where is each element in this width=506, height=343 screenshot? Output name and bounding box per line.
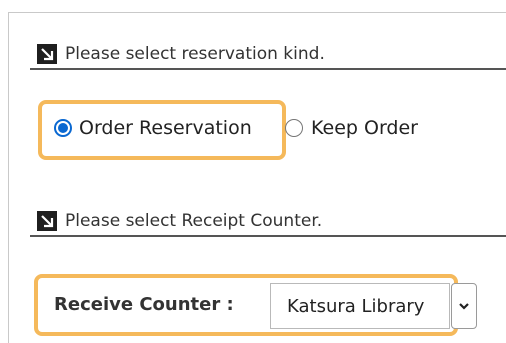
receive-counter-dropdown-button[interactable] [451,283,477,329]
arrow-down-right-icon [37,44,57,64]
receive-counter-select[interactable]: Katsura Library [270,283,450,329]
order-reservation-radio[interactable] [54,119,72,137]
receive-counter-label: Receive Counter : [54,294,234,315]
arrow-down-right-icon [37,211,57,231]
receipt-counter-heading-text: Please select Receipt Counter. [65,211,323,231]
reservation-kind-heading-text: Please select reservation kind. [65,44,325,64]
keep-order-label[interactable]: Keep Order [311,117,418,139]
receive-counter-value: Katsura Library [287,295,425,317]
receipt-counter-heading: Please select Receipt Counter. [30,207,506,237]
reservation-kind-heading: Please select reservation kind. [30,40,506,70]
order-reservation-label[interactable]: Order Reservation [79,117,252,139]
keep-order-radio[interactable] [285,119,303,137]
chevron-down-icon [459,303,469,310]
